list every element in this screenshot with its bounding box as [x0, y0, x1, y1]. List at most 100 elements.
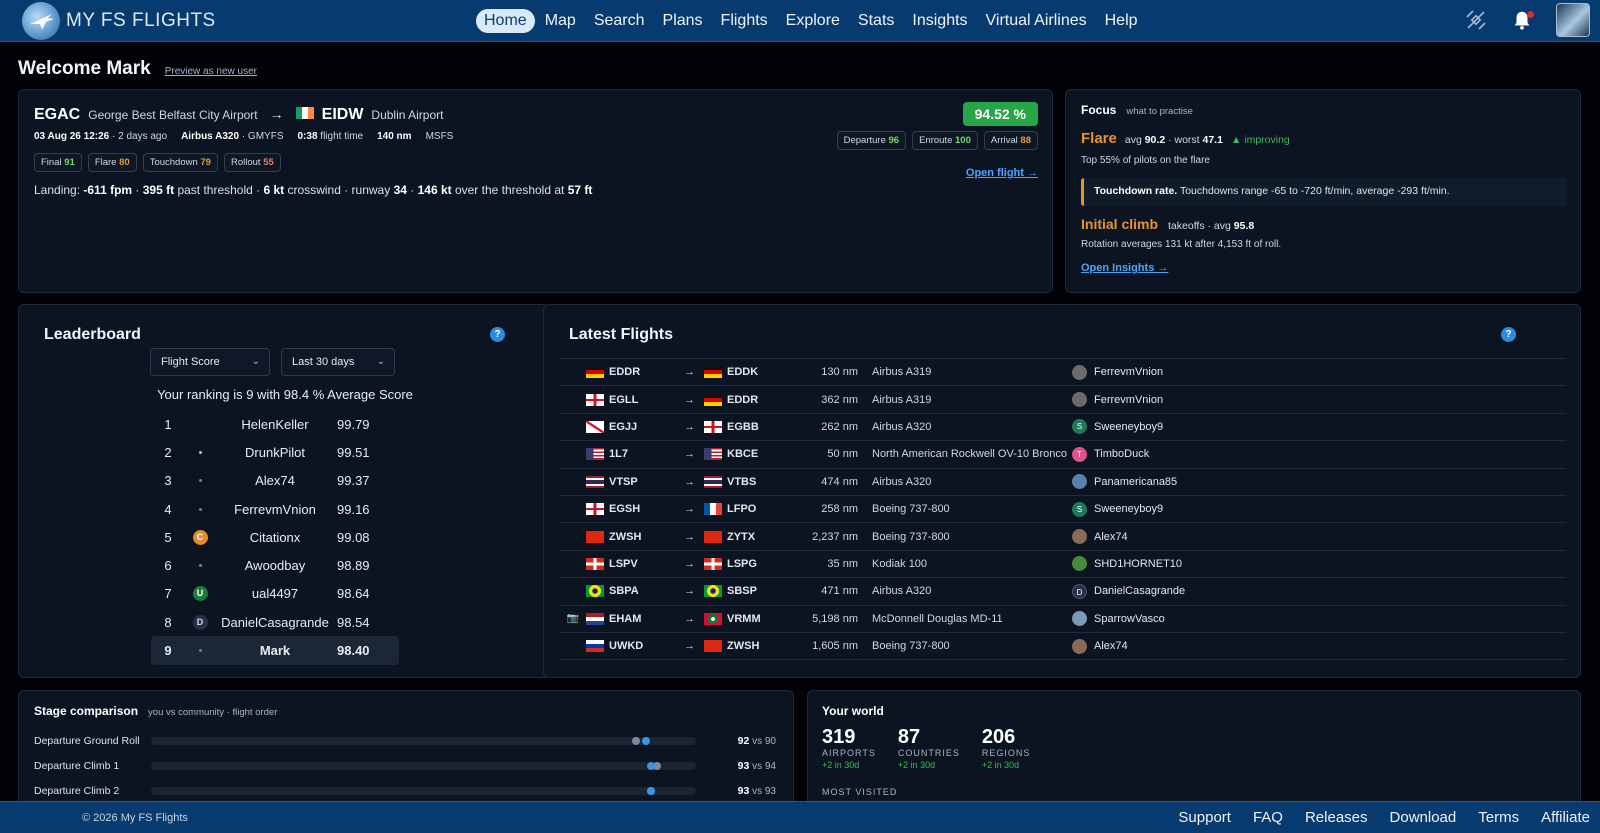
leaderboard-pilot-name[interactable]: Citationx [215, 530, 335, 545]
nav-plans[interactable]: Plans [655, 9, 711, 33]
footer-link-affiliate[interactable]: Affiliate [1541, 809, 1590, 826]
departure-icao[interactable]: LSPV [609, 558, 638, 570]
stage-row: Departure Ground Roll 92 vs 90 [34, 728, 784, 753]
pilot-cell[interactable]: D DanielCasagrande [1072, 583, 1185, 599]
latest-flight-row[interactable]: EDDR → EDDK 130 nm Airbus A319 FerrevmVnion [560, 359, 1566, 387]
leaderboard-row[interactable]: 8 D DanielCasagrande 98.54 [151, 608, 399, 636]
footer-link-faq[interactable]: FAQ [1253, 809, 1283, 826]
nav-insights[interactable]: Insights [904, 9, 975, 33]
leaderboard-row[interactable]: 1 HelenKeller 99.79 [151, 410, 399, 438]
leaderboard-pilot-name[interactable]: ual4497 [215, 586, 335, 601]
arrival-icao[interactable]: VTBS [727, 476, 756, 488]
latest-flight-row[interactable]: LSPV → LSPG 35 nm Kodiak 100 SHD1HORNET10 [560, 551, 1566, 579]
nav-home[interactable]: Home [476, 9, 535, 33]
leaderboard-pilot-name[interactable]: DrunkPilot [215, 445, 335, 460]
arrival-icao[interactable]: EGBB [727, 421, 759, 433]
leaderboard-pilot-name[interactable]: FerrevmVnion [215, 502, 335, 517]
footer-link-download[interactable]: Download [1390, 809, 1457, 826]
initial-climb-summary: Initial climb takeoffs · avg 95.8 [1081, 216, 1255, 232]
arrival-icao[interactable]: EDDR [727, 394, 758, 406]
leaderboard-pilot-name[interactable]: Awoodbay [215, 558, 335, 573]
departure-icao[interactable]: EGSH [609, 503, 640, 515]
departure-cell: LSPV [586, 557, 684, 570]
footer-link-support[interactable]: Support [1178, 809, 1231, 826]
last-flight-card[interactable]: EGAC George Best Belfast City Airport → … [18, 89, 1053, 293]
metric-select[interactable]: Flight Score ⌄ [150, 348, 270, 376]
departure-icao[interactable]: EDDR [609, 366, 640, 378]
arrival-icao[interactable]: ZYTX [727, 531, 755, 543]
nav-stats[interactable]: Stats [850, 9, 902, 33]
arrival-icao[interactable]: EDDK [727, 366, 758, 378]
nav-map[interactable]: Map [537, 9, 584, 33]
latest-flight-row[interactable]: ZWSH → ZYTX 2,237 nm Boeing 737-800 Alex74 [560, 523, 1566, 551]
pilot-cell[interactable]: Alex74 [1072, 529, 1128, 545]
leaderboard-pilot-name[interactable]: Alex74 [215, 473, 335, 488]
leaderboard-avatar: U [185, 586, 215, 602]
logo[interactable]: MY FS FLIGHTS [22, 1, 242, 40]
leaderboard-row[interactable]: 4 FerrevmVnion 99.16 [151, 495, 399, 523]
latest-flight-row[interactable]: SBPA → SBSP 471 nm Airbus A320 D DanielCasagra… [560, 578, 1566, 606]
arrival-icao[interactable]: KBCE [727, 448, 758, 460]
pilot-avatar [1072, 364, 1087, 380]
arrival-icao[interactable]: SBSP [727, 585, 757, 597]
departure-icao[interactable]: EGLL [609, 394, 638, 406]
pilot-cell[interactable]: Alex74 [1072, 638, 1128, 654]
focus-card: Focus what to practise Flare avg 90.2 · w… [1065, 89, 1581, 293]
arrival-cell: SBSP [702, 585, 800, 598]
leaderboard-help-icon[interactable]: ? [490, 327, 505, 342]
nav-virtual-airlines[interactable]: Virtual Airlines [978, 9, 1095, 33]
leaderboard-pilot-name[interactable]: Mark [215, 643, 335, 658]
latest-flight-row[interactable]: 📷 EHAM → VRMM 5,198 nm McDonnell Douglas MD-1… [560, 606, 1566, 633]
pilot-cell[interactable]: T TimboDuck [1072, 446, 1149, 462]
nav-explore[interactable]: Explore [778, 9, 848, 33]
latest-flight-row[interactable]: EGLL → EDDR 362 nm Airbus A319 FerrevmVnion [560, 386, 1566, 414]
latest-flight-row[interactable]: EGJJ → EGBB 262 nm Airbus A320 S Sweeneyboy9 [560, 414, 1566, 442]
arrival-icao[interactable]: LSPG [727, 558, 757, 570]
departure-icao[interactable]: 1L7 [609, 448, 628, 460]
open-insights-link[interactable]: Open Insights → [1081, 262, 1168, 274]
latest-flight-row[interactable]: VTSP → VTBS 474 nm Airbus A320 Panamericana85 [560, 469, 1566, 496]
nav-search[interactable]: Search [586, 9, 653, 33]
your-world-card: Your world 319 AIRPORTS +2 in 30d 87 COUNTRI… [807, 690, 1581, 810]
departure-icao[interactable]: EGJJ [609, 421, 637, 433]
leaderboard-row[interactable]: 3 Alex74 99.37 [151, 467, 399, 495]
departure-icao[interactable]: SBPA [609, 585, 639, 597]
period-select[interactable]: Last 30 days ⌄ [281, 348, 395, 376]
latest-flights-help-icon[interactable]: ? [1501, 327, 1516, 342]
leaderboard-row[interactable]: 9 Mark 98.40 [151, 636, 399, 665]
departure-icao[interactable]: EHAM [609, 613, 641, 625]
pilot-cell[interactable]: S Sweeneyboy9 [1072, 501, 1163, 517]
latest-flight-row[interactable]: UWKD → ZWSH 1,605 nm Boeing 737-800 Alex74 [560, 633, 1566, 661]
leaderboard-pilot-name[interactable]: HelenKeller [215, 417, 335, 432]
arrival-icao[interactable]: ZWSH [727, 640, 759, 652]
nav-help[interactable]: Help [1097, 9, 1146, 33]
user-avatar[interactable] [1556, 3, 1590, 37]
leaderboard-row[interactable]: 2 DrunkPilot 99.51 [151, 438, 399, 466]
arrival-icao[interactable]: LFPO [727, 503, 756, 515]
leaderboard-pilot-name[interactable]: DanielCasagrande [215, 615, 335, 630]
footer-link-terms[interactable]: Terms [1478, 809, 1519, 826]
stage-row: Departure Climb 2 93 vs 93 [34, 778, 784, 803]
departure-icao[interactable]: ZWSH [609, 531, 641, 543]
open-flight-link[interactable]: Open flight → [966, 167, 1038, 179]
departure-icao[interactable]: UWKD [609, 640, 643, 652]
arrival-icao[interactable]: VRMM [727, 613, 761, 625]
pilot-cell[interactable]: SHD1HORNET10 [1072, 556, 1182, 572]
pilot-cell[interactable]: FerrevmVnion [1072, 392, 1163, 408]
latest-flight-row[interactable]: EGSH → LFPO 258 nm Boeing 737-800 S Sweeneyboy… [560, 496, 1566, 524]
leaderboard-row[interactable]: 5 C Citationx 99.08 [151, 523, 399, 551]
leaderboard-row[interactable]: 7 Uual4497 98.64 [151, 580, 399, 608]
pilot-cell[interactable]: S Sweeneyboy9 [1072, 419, 1163, 435]
preview-as-new-user-link[interactable]: Preview as new user [165, 66, 257, 77]
leaderboard-row[interactable]: 6 Awoodbay 98.89 [151, 551, 399, 579]
footer-link-releases[interactable]: Releases [1305, 809, 1368, 826]
departure-icao[interactable]: VTSP [609, 476, 638, 488]
nav-flights[interactable]: Flights [713, 9, 776, 33]
pilot-cell[interactable]: FerrevmVnion [1072, 364, 1163, 380]
pilot-cell[interactable]: SparrowVasco [1072, 611, 1165, 627]
flight-aircraft: North American Rockwell OV-10 Bronco [872, 448, 1068, 461]
notifications-bell-icon[interactable] [1510, 8, 1534, 32]
latest-flight-row[interactable]: 1L7 → KBCE 50 nm North American Rockwell OV-… [560, 441, 1566, 469]
satellite-icon[interactable] [1464, 8, 1488, 32]
pilot-cell[interactable]: Panamericana85 [1072, 474, 1177, 490]
